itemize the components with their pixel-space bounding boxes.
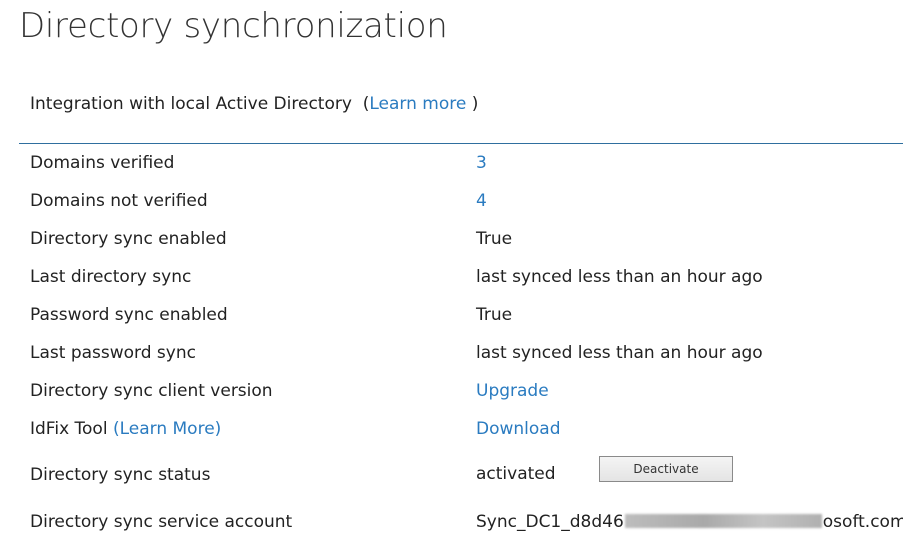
idfix-tool-label-group: IdFix Tool (Learn More) xyxy=(30,419,221,439)
directory-sync-page: Directory synchronization Integration wi… xyxy=(0,0,903,560)
idfix-tool-label: IdFix Tool xyxy=(30,419,108,439)
last-directory-sync-label: Last directory sync xyxy=(30,267,192,287)
domains-verified-label: Domains verified xyxy=(30,153,175,173)
row-domains-verified: Domains verified 3 xyxy=(0,153,903,179)
row-directory-sync-enabled: Directory sync enabled True xyxy=(0,229,903,255)
deactivate-button[interactable]: Deactivate xyxy=(599,456,733,482)
password-sync-enabled-value: True xyxy=(476,305,513,325)
row-directory-sync-status: Directory sync status activated Deactiva… xyxy=(0,456,903,491)
section-divider xyxy=(19,143,903,144)
directory-sync-status-label: Directory sync status xyxy=(30,465,211,485)
directory-sync-status-value: activated xyxy=(476,464,556,484)
page-title: Directory synchronization xyxy=(19,6,448,46)
service-account-prefix: Sync_DC1_d8d46 xyxy=(476,512,624,532)
idfix-learn-more-link[interactable]: (Learn More) xyxy=(113,419,221,439)
last-directory-sync-value: last synced less than an hour ago xyxy=(476,267,763,287)
row-last-password-sync: Last password sync last synced less than… xyxy=(0,343,903,369)
row-last-directory-sync: Last directory sync last synced less tha… xyxy=(0,267,903,293)
service-account-suffix: osoft.com xyxy=(822,512,903,532)
domains-verified-count-link[interactable]: 3 xyxy=(476,153,487,173)
row-password-sync-enabled: Password sync enabled True xyxy=(0,305,903,331)
intro-line: Integration with local Active Directory … xyxy=(30,94,478,114)
directory-sync-enabled-label: Directory sync enabled xyxy=(30,229,227,249)
upgrade-link[interactable]: Upgrade xyxy=(476,381,549,401)
row-domains-not-verified: Domains not verified 4 xyxy=(0,191,903,217)
row-service-account: Directory sync service account Sync_DC1_… xyxy=(0,512,903,538)
intro-close-paren: ) xyxy=(471,94,479,114)
last-password-sync-label: Last password sync xyxy=(30,343,196,363)
domains-not-verified-label: Domains not verified xyxy=(30,191,208,211)
intro-text: Integration with local Active Directory xyxy=(30,94,352,114)
client-version-label: Directory sync client version xyxy=(30,381,273,401)
download-link[interactable]: Download xyxy=(476,419,561,439)
redacted-region xyxy=(624,514,822,528)
learn-more-link[interactable]: Learn more xyxy=(369,94,466,114)
service-account-label: Directory sync service account xyxy=(30,512,293,532)
service-account-value: Sync_DC1_d8d46 osoft.com xyxy=(476,512,903,532)
domains-not-verified-count-link[interactable]: 4 xyxy=(476,191,487,211)
row-idfix-tool: IdFix Tool (Learn More) Download xyxy=(0,419,903,445)
row-client-version: Directory sync client version Upgrade xyxy=(0,381,903,407)
directory-sync-enabled-value: True xyxy=(476,229,513,249)
password-sync-enabled-label: Password sync enabled xyxy=(30,305,228,325)
last-password-sync-value: last synced less than an hour ago xyxy=(476,343,763,363)
